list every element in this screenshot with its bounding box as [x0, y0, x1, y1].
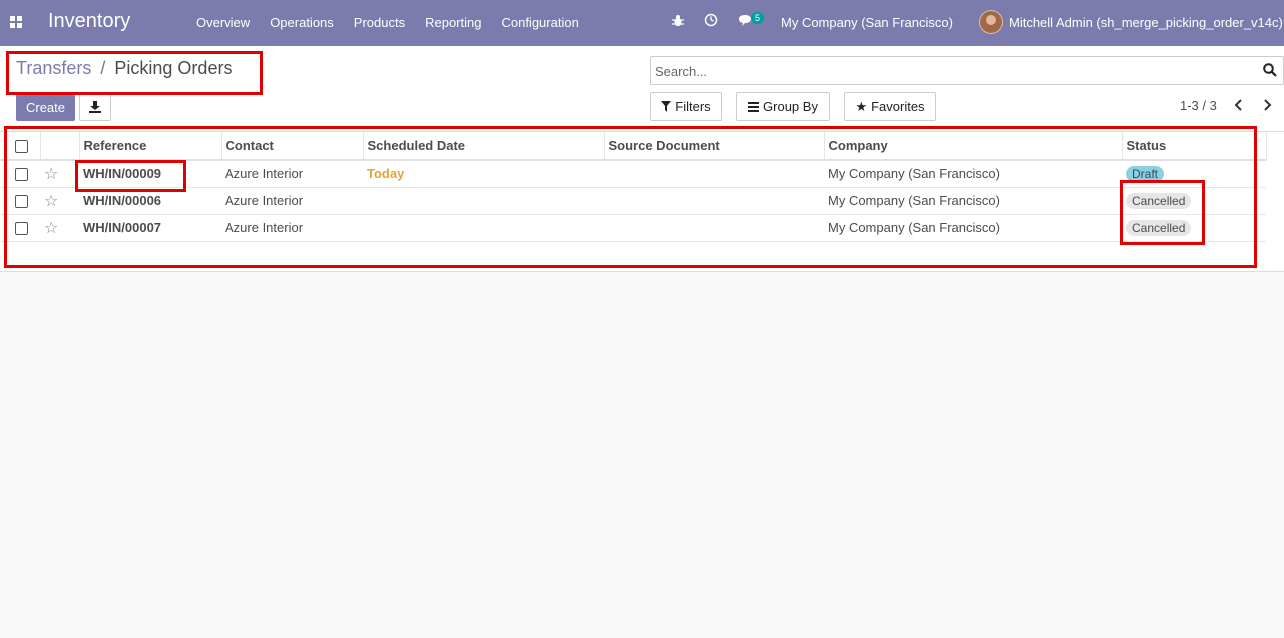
user-menu[interactable]: Mitchell Admin (sh_merge_picking_order_v… [1009, 0, 1283, 46]
star-icon[interactable]: ☆ [44, 220, 58, 237]
source-document-cell[interactable] [604, 214, 824, 241]
chat-count-badge: 5 [751, 12, 765, 24]
breadcrumb-separator: / [100, 58, 106, 78]
apps-menu-icon[interactable] [10, 16, 22, 28]
select-all-checkbox[interactable] [15, 140, 28, 154]
reference-cell[interactable]: WH/IN/00006 [79, 187, 221, 214]
column-source-document[interactable]: Source Document [604, 132, 825, 160]
menu-overview[interactable]: Overview [186, 0, 260, 46]
filters-label: Filters [675, 99, 711, 114]
row-checkbox-cell[interactable] [0, 187, 40, 214]
group-by-label: Group By [763, 99, 818, 114]
status-cell[interactable]: Cancelled [1122, 187, 1266, 214]
reference-cell[interactable]: WH/IN/00007 [79, 214, 221, 241]
source-document-cell[interactable] [604, 187, 824, 214]
column-status[interactable]: Status [1122, 132, 1267, 160]
favorite-star-cell[interactable]: ☆ [40, 160, 79, 187]
favorite-star-cell[interactable]: ☆ [40, 187, 79, 214]
pager-value[interactable]: 1-3 / 3 [1180, 98, 1217, 113]
company-switcher[interactable]: My Company (San Francisco) [781, 0, 953, 46]
row-checkbox[interactable] [15, 168, 28, 182]
star-icon[interactable]: ☆ [44, 193, 58, 210]
debug-bug-icon[interactable] [672, 0, 684, 46]
select-all-checkbox-cell[interactable] [0, 132, 41, 160]
column-scheduled-date[interactable]: Scheduled Date [363, 132, 605, 160]
company-cell[interactable]: My Company (San Francisco) [824, 187, 1122, 214]
status-cell[interactable]: Cancelled [1122, 214, 1266, 241]
favorite-star-cell[interactable]: ☆ [40, 214, 79, 241]
search-bar [650, 56, 1284, 85]
table-row[interactable]: ☆ WH/IN/00007 Azure Interior My Company … [0, 214, 1266, 241]
column-reference[interactable]: Reference [79, 132, 222, 160]
search-icon[interactable] [1263, 63, 1277, 77]
app-title[interactable]: Inventory [48, 10, 130, 33]
favorites-button[interactable]: ★ Favorites [844, 92, 936, 121]
table-row[interactable]: ☆ WH/IN/00009 Azure Interior Today My Co… [0, 160, 1266, 187]
contact-cell[interactable]: Azure Interior [221, 187, 363, 214]
favorites-label: Favorites [871, 99, 925, 114]
scheduled-date-cell[interactable] [363, 214, 604, 241]
star-icon[interactable]: ☆ [44, 166, 58, 183]
control-panel: Transfers / Picking Orders Create Filter… [0, 46, 1284, 132]
row-checkbox[interactable] [15, 222, 28, 236]
create-button[interactable]: Create [16, 94, 75, 121]
status-cell[interactable]: Draft [1122, 160, 1266, 187]
filters-button[interactable]: Filters [650, 92, 722, 121]
row-checkbox-cell[interactable] [0, 160, 40, 187]
table-header: Reference Contact Scheduled Date Source … [0, 132, 1267, 160]
company-cell[interactable]: My Company (San Francisco) [824, 160, 1122, 187]
column-contact[interactable]: Contact [221, 132, 364, 160]
main-menu: Overview Operations Products Reporting C… [186, 0, 589, 46]
list-icon [748, 101, 760, 112]
search-input[interactable] [655, 62, 1245, 80]
activity-clock-icon[interactable] [704, 0, 718, 46]
user-avatar[interactable] [979, 10, 1003, 34]
reference-cell[interactable]: WH/IN/00009 [79, 160, 221, 187]
status-badge: Cancelled [1126, 219, 1192, 236]
breadcrumb: Transfers / Picking Orders [16, 58, 232, 79]
scheduled-date-cell[interactable] [363, 187, 604, 214]
row-checkbox-cell[interactable] [0, 214, 40, 241]
scheduled-date-cell[interactable]: Today [363, 160, 604, 187]
chevron-right-icon[interactable] [1262, 98, 1272, 112]
export-button[interactable] [79, 94, 111, 121]
status-badge: Cancelled [1126, 192, 1192, 209]
breadcrumb-current: Picking Orders [114, 58, 233, 78]
menu-operations[interactable]: Operations [260, 0, 344, 46]
column-company[interactable]: Company [824, 132, 1123, 160]
filter-icon [661, 101, 672, 112]
source-document-cell[interactable] [604, 160, 824, 187]
star-icon: ★ [855, 98, 868, 114]
favorite-column-header [40, 132, 80, 160]
list-view: Reference Contact Scheduled Date Source … [0, 132, 1284, 272]
menu-configuration[interactable]: Configuration [491, 0, 588, 46]
messaging-chat-icon[interactable] [738, 0, 753, 46]
menu-reporting[interactable]: Reporting [415, 0, 491, 46]
contact-cell[interactable]: Azure Interior [221, 160, 363, 187]
row-checkbox[interactable] [15, 195, 28, 209]
table-row[interactable]: ☆ WH/IN/00006 Azure Interior My Company … [0, 187, 1266, 214]
company-cell[interactable]: My Company (San Francisco) [824, 214, 1122, 241]
download-icon [89, 101, 101, 113]
breadcrumb-transfers[interactable]: Transfers [16, 58, 91, 78]
status-badge: Draft [1126, 165, 1165, 182]
top-navbar: Inventory Overview Operations Products R… [0, 0, 1284, 46]
group-by-button[interactable]: Group By [736, 92, 830, 121]
contact-cell[interactable]: Azure Interior [221, 214, 363, 241]
chevron-left-icon[interactable] [1234, 98, 1244, 112]
picking-table: Reference Contact Scheduled Date Source … [0, 132, 1267, 242]
menu-products[interactable]: Products [344, 0, 415, 46]
